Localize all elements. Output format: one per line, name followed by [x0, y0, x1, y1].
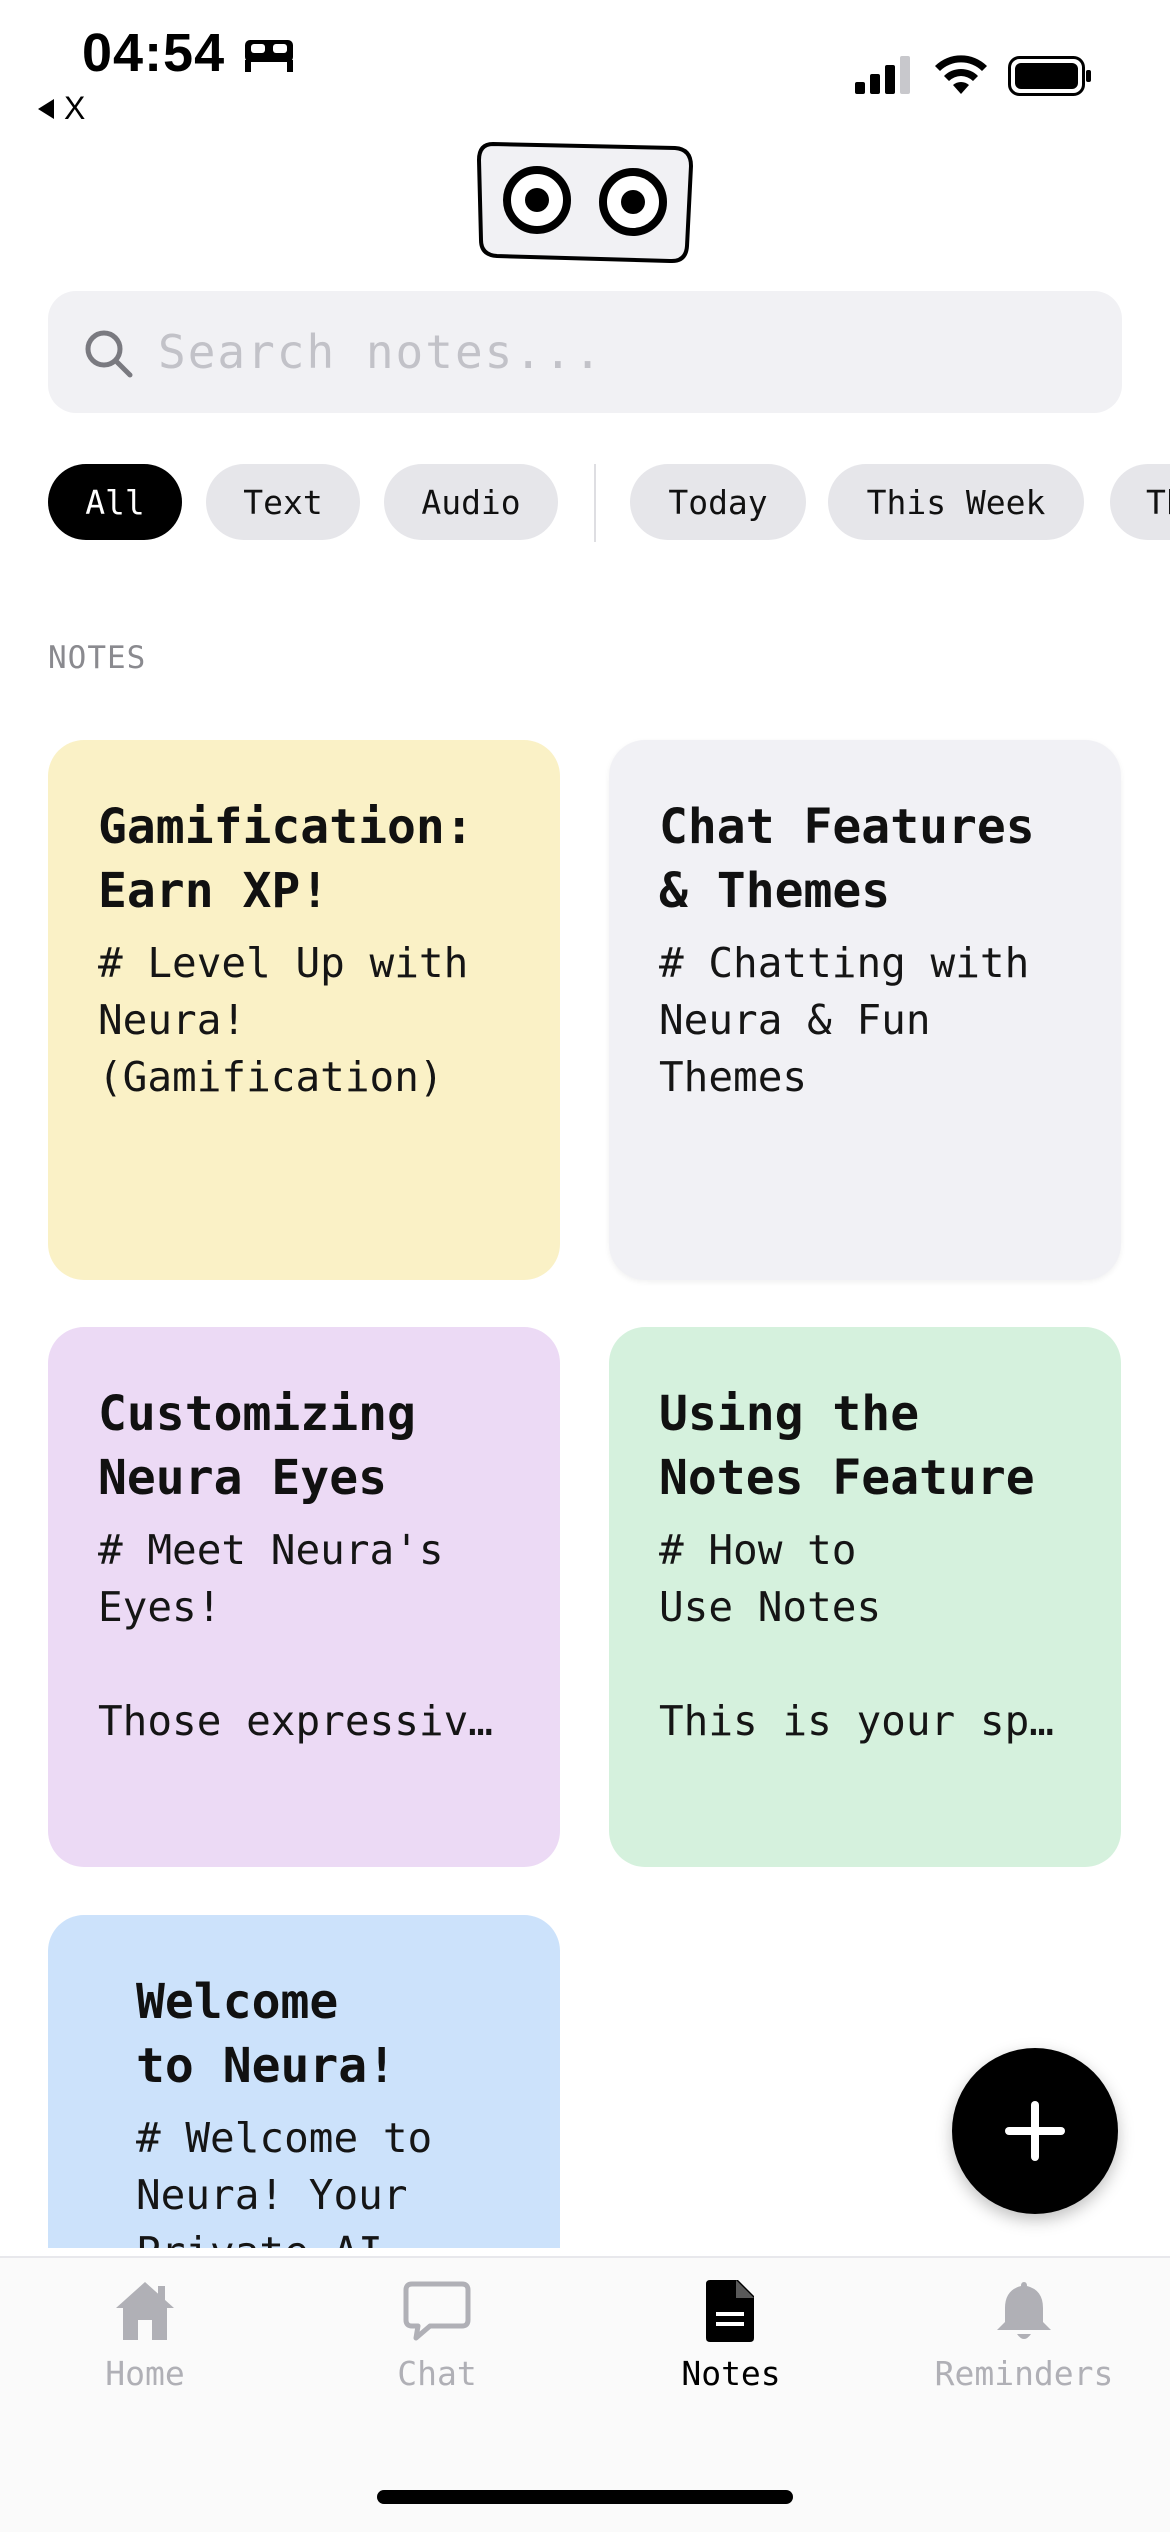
tab-notes-label: Notes: [681, 2354, 781, 2393]
note-title: Chat Features & Themes: [659, 799, 1035, 919]
note-card[interactable]: Chat Features & Themes # Chatting with N…: [609, 740, 1121, 1280]
note-preview: # Chatting with Neura & Fun Themes: [659, 939, 1030, 1101]
note-preview: # Level Up with Neura! (Gamification): [98, 939, 469, 1101]
note-preview: # Meet Neura's Eyes! Those expressiv…: [98, 1526, 493, 1745]
note-title: Gamification: Earn XP!: [98, 799, 474, 919]
note-title: Welcome to Neura!: [136, 1974, 397, 2094]
tab-notes[interactable]: Notes: [621, 2276, 841, 2396]
tab-chat-label: Chat: [397, 2354, 477, 2393]
tab-home-label: Home: [105, 2354, 185, 2393]
notes-icon: [706, 2280, 754, 2342]
plus-icon: [1005, 2101, 1065, 2161]
add-note-button[interactable]: [952, 2048, 1118, 2214]
bell-icon: [997, 2282, 1051, 2339]
note-card[interactable]: Welcome to Neura! # Welcome to Neura! Yo…: [48, 1915, 560, 2248]
note-title: Using the Notes Feature: [659, 1386, 1035, 1506]
note-card[interactable]: Customizing Neura Eyes # Meet Neura's Ey…: [48, 1327, 560, 1867]
note-preview: # Welcome to Neura! Your Private AI: [136, 2114, 433, 2248]
note-card[interactable]: Gamification: Earn XP! # Level Up with N…: [48, 740, 560, 1280]
tab-chat[interactable]: Chat: [327, 2276, 547, 2396]
notes-grid: Gamification: Earn XP! # Level Up with N…: [0, 0, 1170, 2248]
tab-home[interactable]: Home: [35, 2276, 255, 2396]
home-icon: [116, 2282, 174, 2340]
tab-reminders[interactable]: Reminders: [914, 2276, 1134, 2396]
home-indicator[interactable]: [377, 2490, 793, 2504]
tab-reminders-label: Reminders: [934, 2354, 1114, 2393]
chat-icon: [403, 2281, 471, 2341]
note-card[interactable]: Using the Notes Feature # How to Use Not…: [609, 1327, 1121, 1867]
note-title: Customizing Neura Eyes: [98, 1386, 416, 1506]
note-preview: # How to Use Notes This is your sp…: [659, 1526, 1054, 1745]
